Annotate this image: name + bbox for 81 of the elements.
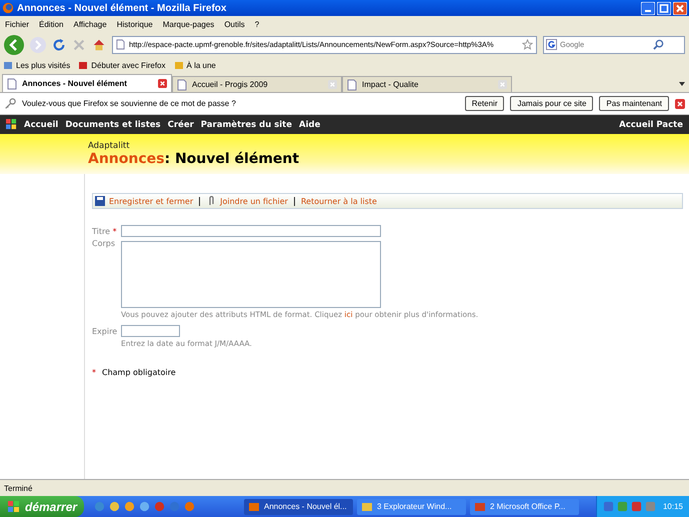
toolbar-link[interactable]: Joindre un fichier xyxy=(220,196,288,206)
back-icon[interactable] xyxy=(4,34,24,54)
quick-launch-icon[interactable] xyxy=(94,501,105,512)
page-icon xyxy=(116,39,125,50)
field-label: Corps xyxy=(92,239,116,248)
browser-tab[interactable]: Accueil - Progis 2009 xyxy=(172,76,342,92)
app-icon xyxy=(248,500,260,512)
close-icon[interactable] xyxy=(158,79,167,88)
key-icon xyxy=(4,98,16,110)
site-nav-link[interactable]: Accueil Pacte xyxy=(619,120,683,130)
menu-item[interactable]: Édition xyxy=(39,20,64,28)
quick-launch-icon[interactable] xyxy=(169,501,180,512)
grid-logo-icon xyxy=(6,119,17,130)
browser-tab[interactable]: Impact - Qualite xyxy=(342,76,512,92)
clock: 10:15 xyxy=(662,502,683,511)
password-prompt: Voulez-vous que Firefox se souvienne de ce mot de passe ? xyxy=(22,99,236,108)
page-icon xyxy=(7,78,17,90)
page-icon xyxy=(347,78,357,90)
required-mark: * xyxy=(112,227,117,236)
bookmark-item[interactable]: Débuter avec Firefox xyxy=(91,60,166,70)
site-nav-link[interactable]: Aide xyxy=(299,120,320,130)
globe-icon xyxy=(2,2,14,14)
bookmark-item[interactable]: Les plus visités xyxy=(16,60,70,70)
status-text: Terminé xyxy=(4,484,32,492)
taskbar-button[interactable]: 3 Explorateur Wind... xyxy=(357,498,466,514)
prompt-button[interactable]: Retenir xyxy=(464,96,504,111)
bookmark-icon[interactable] xyxy=(3,60,13,70)
star-icon[interactable] xyxy=(522,39,533,50)
minimize-icon[interactable] xyxy=(641,2,655,14)
taskbar-button[interactable]: 2 Microsoft Office P... xyxy=(470,498,579,514)
quick-launch-icon[interactable] xyxy=(139,501,150,512)
tray-icon[interactable] xyxy=(644,501,656,512)
menu-item[interactable]: Fichier xyxy=(5,20,30,28)
close-icon[interactable] xyxy=(673,2,687,14)
flag-icon xyxy=(8,500,20,512)
menu-item[interactable]: ? xyxy=(254,20,260,28)
prompt-button[interactable]: Jamais pour ce site xyxy=(510,96,594,111)
list-name[interactable]: Annonces xyxy=(88,151,164,167)
page-icon xyxy=(177,78,187,90)
site-nav-link[interactable]: Documents et listes xyxy=(65,120,161,130)
search-icon[interactable] xyxy=(653,39,664,50)
search-engine-icon[interactable] xyxy=(546,39,557,50)
bookmark-item[interactable]: À la une xyxy=(186,60,216,70)
required-note: Champ obligatoire xyxy=(102,368,176,377)
browser-tab[interactable]: Annonces - Nouvel élément xyxy=(2,74,172,92)
maximize-icon[interactable] xyxy=(657,2,671,14)
body-field[interactable] xyxy=(121,241,381,308)
site-nav-link[interactable]: Créer xyxy=(168,120,194,130)
menu-item[interactable]: Marque-pages xyxy=(162,20,214,28)
page-title: : Nouvel élément xyxy=(164,151,300,167)
site-nav-link[interactable]: Accueil xyxy=(24,120,58,130)
forward-icon[interactable] xyxy=(30,36,46,52)
prompt-button[interactable]: Pas maintenant xyxy=(599,96,669,111)
field-label: Expire xyxy=(92,327,118,336)
tray-icon[interactable] xyxy=(630,501,642,512)
quick-launch-icon[interactable] xyxy=(124,501,135,512)
window-title: Annonces - Nouvel élément - Mozilla Firefox xyxy=(17,2,226,14)
field-label: Titre xyxy=(92,227,110,236)
menu-item[interactable]: Historique xyxy=(116,20,153,28)
quick-launch-icon[interactable] xyxy=(184,501,195,512)
home-icon[interactable] xyxy=(92,38,106,52)
required-mark: * xyxy=(92,368,96,377)
app-icon xyxy=(474,500,486,512)
quick-launch-icon[interactable] xyxy=(109,501,120,512)
site-nav-link[interactable]: Paramètres du site xyxy=(200,120,292,130)
bookmark-icon[interactable] xyxy=(78,60,88,70)
menu-item[interactable]: Affichage xyxy=(73,20,107,28)
site-name[interactable]: Adaptalitt xyxy=(88,141,689,151)
app-icon xyxy=(361,500,373,512)
toolbar-link[interactable]: Retourner à la liste xyxy=(300,196,377,206)
toolbar-link[interactable]: Enregistrer et fermer xyxy=(109,196,194,206)
reload-icon[interactable] xyxy=(52,38,66,52)
taskbar-button[interactable]: Annonces - Nouvel él... xyxy=(244,498,353,514)
caret-icon[interactable] xyxy=(678,80,686,88)
quick-launch-icon[interactable] xyxy=(154,501,165,512)
title-field[interactable] xyxy=(121,225,381,237)
date-field[interactable] xyxy=(121,325,180,337)
stop-icon[interactable] xyxy=(72,38,86,52)
menu-item[interactable]: Outils xyxy=(224,20,245,28)
tray-icon[interactable] xyxy=(602,501,614,512)
close-icon[interactable] xyxy=(675,98,685,108)
